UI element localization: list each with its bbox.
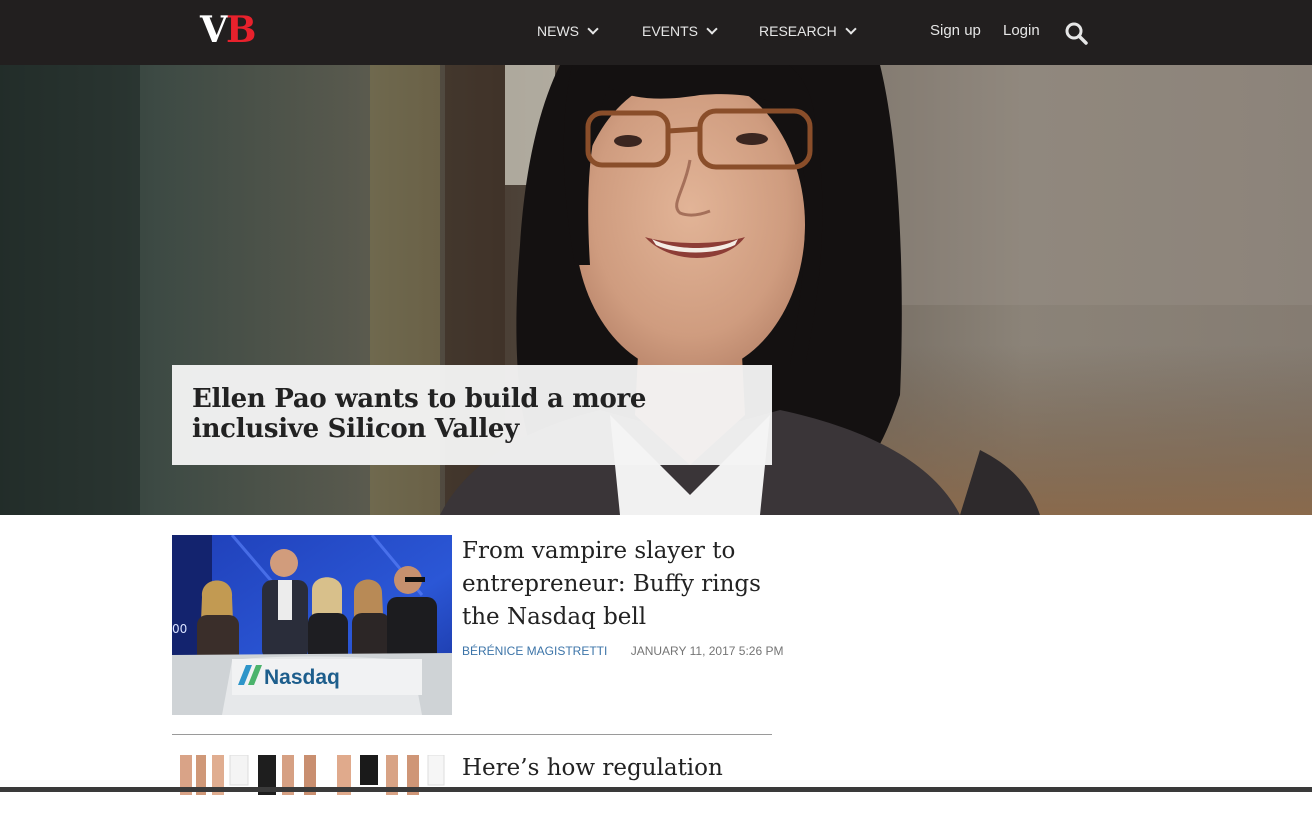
nav-news[interactable]: NEWS <box>537 20 599 42</box>
login-link[interactable]: Login <box>1003 20 1040 42</box>
article-thumbnail[interactable]: 00 Nasdaq <box>172 535 452 715</box>
article-title[interactable]: Here’s how regulation <box>462 752 772 785</box>
chevron-down-icon <box>587 23 599 35</box>
article-divider <box>172 734 772 735</box>
chevron-down-icon <box>706 23 718 35</box>
signup-link[interactable]: Sign up <box>930 20 981 42</box>
nav-events[interactable]: EVENTS <box>642 20 718 42</box>
article-title[interactable]: From vampire slayer to entrepreneur: Buf… <box>462 535 772 634</box>
article-card: Here’s how regulation <box>172 755 772 815</box>
nasdaq-bell-photo: 00 Nasdaq <box>172 535 452 715</box>
chevron-down-icon <box>845 23 857 35</box>
thumb-nasdaq-sign: Nasdaq <box>264 666 340 689</box>
nav-events-label: EVENTS <box>642 23 699 39</box>
logo-letter-v: V <box>200 9 228 51</box>
vb-logo[interactable]: VB <box>200 9 256 51</box>
nav-research[interactable]: RESEARCH <box>759 20 857 42</box>
thumb-digits: 00 <box>172 622 187 636</box>
article-date: JANUARY 11, 2017 5:26 PM <box>630 644 784 658</box>
author-link[interactable]: BÉRÉNICE MAGISTRETTI <box>462 644 607 658</box>
hero-headline[interactable]: Ellen Pao wants to build a more inclusiv… <box>192 384 752 444</box>
nav-news-label: NEWS <box>537 23 579 39</box>
window-bottom-edge <box>0 787 1312 792</box>
search-icon <box>1065 22 1088 45</box>
top-navigation-bar: VB NEWS EVENTS RESEARCH Sign up Login <box>0 0 1312 65</box>
hero-banner[interactable]: Ellen Pao wants to build a more inclusiv… <box>0 65 1312 515</box>
hero-headline-card[interactable]: Ellen Pao wants to build a more inclusiv… <box>172 365 772 465</box>
search-button[interactable] <box>1064 21 1088 45</box>
article-meta: BÉRÉNICE MAGISTRETTI JANUARY 11, 2017 5:… <box>462 643 783 659</box>
nav-research-label: RESEARCH <box>759 23 837 39</box>
article-card: 00 Nasdaq From vampire slayer to entrepr… <box>172 535 783 715</box>
logo-letter-b: B <box>225 9 256 51</box>
